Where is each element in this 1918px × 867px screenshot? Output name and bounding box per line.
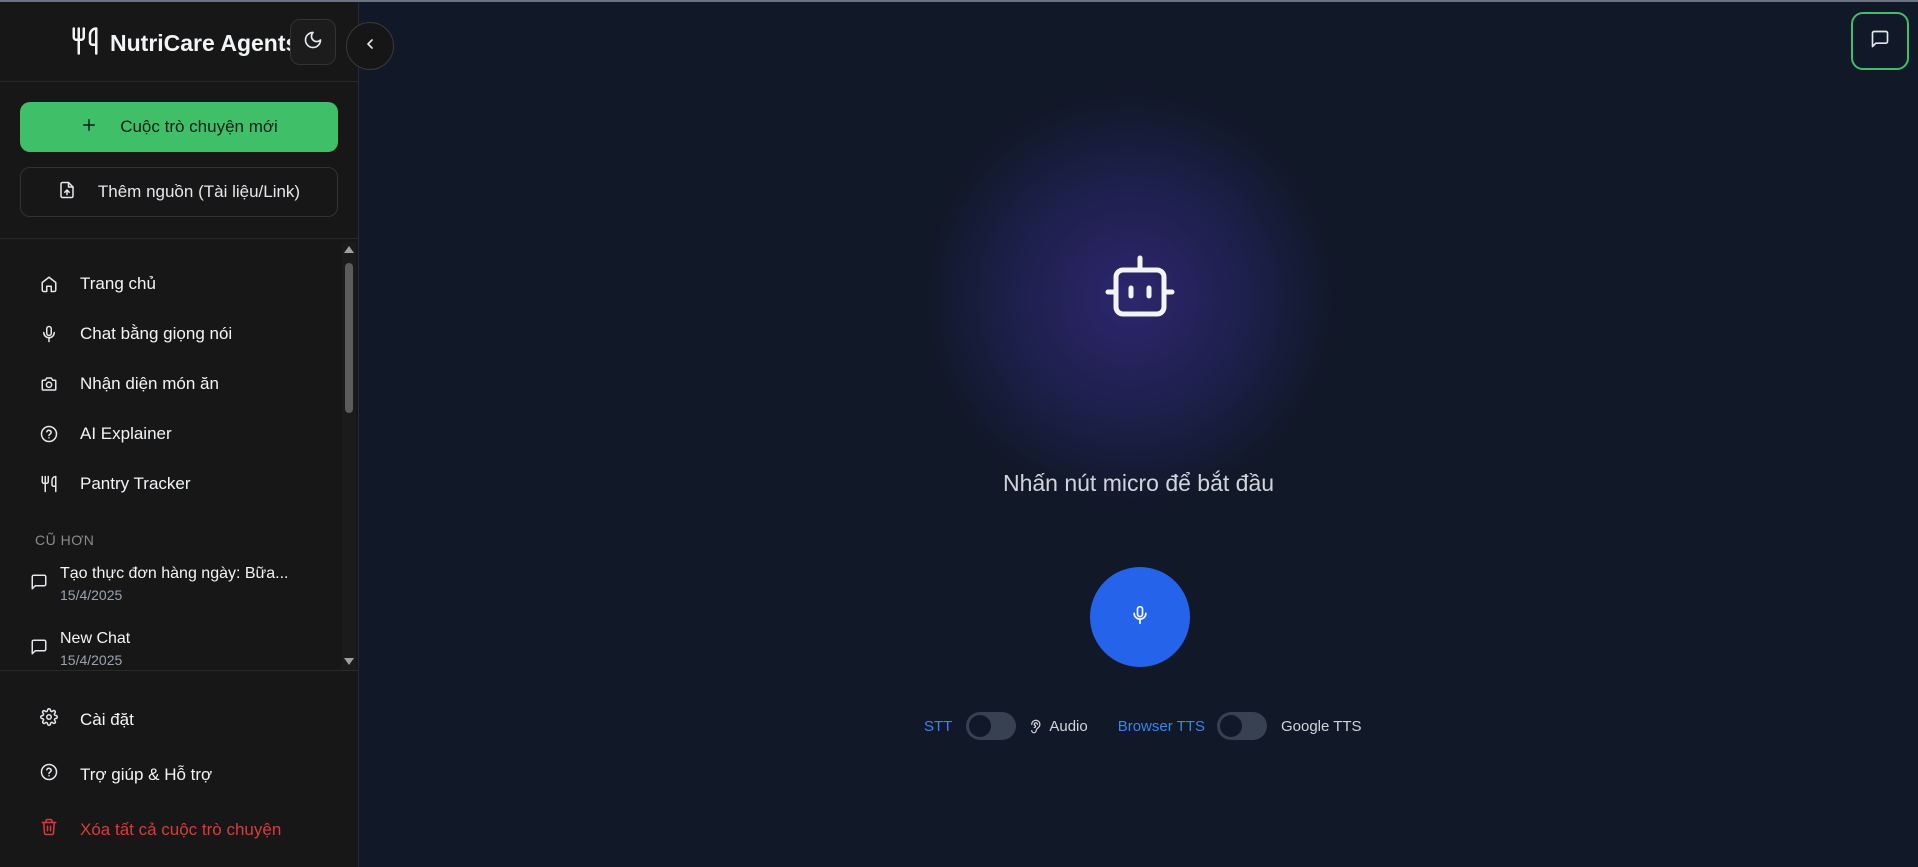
message-square-icon [1870,29,1890,54]
chevron-left-icon [362,36,378,57]
text-chat-button[interactable] [1851,12,1909,70]
brand: NutriCare Agents [70,26,298,61]
add-source-button[interactable]: Thêm nguồn (Tài liệu/Link) [20,167,338,217]
ear-icon [1028,719,1043,734]
conversation-title: Tạo thực đơn hàng ngày: Bữa... [60,565,289,582]
stt-audio-toggle[interactable] [966,712,1017,740]
browser-tts-label: Browser TTS [1117,717,1205,735]
google-tts-label: Google TTS [1280,717,1362,735]
message-square-icon [30,638,48,668]
scroll-down-arrow-icon[interactable] [344,658,354,665]
help-support-button[interactable]: Trợ giúp & Hỗ trợ [40,763,212,786]
sidebar-scrollbar[interactable] [342,242,356,670]
sidebar-item-ai-explainer[interactable]: AI Explainer [40,424,172,444]
sidebar-nav: Trang chủ Chat bằng giọng nói Nhận diện … [0,240,340,670]
home-icon [40,275,58,293]
sidebar-item-label: Trang chủ [80,274,156,293]
trash-icon [40,818,58,841]
start-prompt: Nhấn nút micro để bắt đầu [1002,470,1275,496]
mic-icon [40,325,58,343]
gear-icon [40,708,58,731]
conversation-item[interactable]: New Chat 15/4/2025 [30,630,130,668]
sidebar-item-food-recognition[interactable]: Nhận diện món ăn [40,374,219,394]
sidebar-item-voice-chat[interactable]: Chat bằng giọng nói [40,324,232,344]
camera-icon [40,375,58,393]
theme-toggle-button[interactable] [290,19,336,65]
delete-all-label: Xóa tất cả cuộc trò chuyện [80,819,282,839]
collapse-sidebar-button[interactable] [346,22,394,70]
sidebar: NutriCare Agents Cuộc trò chuyện mới Thê… [0,2,359,867]
mic-button[interactable] [1090,567,1190,667]
file-upload-icon [58,181,76,204]
plus-icon [80,116,98,139]
help-circle-icon [40,425,58,443]
sidebar-item-label: Pantry Tracker [80,474,191,493]
conversation-item[interactable]: Tạo thực đơn hàng ngày: Bữa... 15/4/2025 [30,565,289,603]
conversation-date: 15/4/2025 [60,652,123,668]
conversation-title: New Chat [60,630,131,647]
toggle-knob [969,715,992,737]
toggle-knob [1219,715,1242,737]
voice-mode-controls: STT Audio Browser TTS Google TTS [924,712,1362,740]
settings-label: Cài đặt [80,709,134,729]
voice-chat-panel: Nhấn nút micro để bắt đầu STT Audio Brow… [359,2,1918,867]
sidebar-item-label: Chat bằng giọng nói [80,324,233,343]
new-chat-label: Cuộc trò chuyện mới [120,117,278,136]
help-circle-icon [40,763,58,786]
sidebar-item-label: AI Explainer [80,424,172,443]
conversation-date: 15/4/2025 [60,587,123,603]
message-square-icon [30,573,48,603]
new-chat-button[interactable]: Cuộc trò chuyện mới [20,102,338,152]
section-older-label: CŨ HƠN [35,532,95,548]
brand-name: NutriCare Agents [110,30,299,56]
delete-all-conversations-button[interactable]: Xóa tất cả cuộc trò chuyện [40,818,281,841]
settings-button[interactable]: Cài đặt [40,708,134,731]
utensils-icon [70,26,100,61]
sidebar-divider [0,81,358,82]
sidebar-item-home[interactable]: Trang chủ [40,274,156,294]
utensils-icon [40,475,58,493]
scrollbar-thumb[interactable] [345,263,353,413]
sidebar-divider [0,238,358,239]
sidebar-item-pantry-tracker[interactable]: Pantry Tracker [40,474,191,494]
scroll-up-arrow-icon[interactable] [344,246,354,253]
sidebar-item-label: Nhận diện món ăn [80,374,219,393]
help-label: Trợ giúp & Hỗ trợ [80,764,213,784]
audio-label: Audio [1049,717,1088,735]
add-source-label: Thêm nguồn (Tài liệu/Link) [97,182,301,201]
stt-label: STT [924,717,953,735]
mic-icon [1130,605,1150,630]
moon-icon [303,30,323,55]
tts-toggle[interactable] [1216,712,1267,740]
sidebar-divider [0,670,358,671]
bot-icon [1100,254,1180,329]
